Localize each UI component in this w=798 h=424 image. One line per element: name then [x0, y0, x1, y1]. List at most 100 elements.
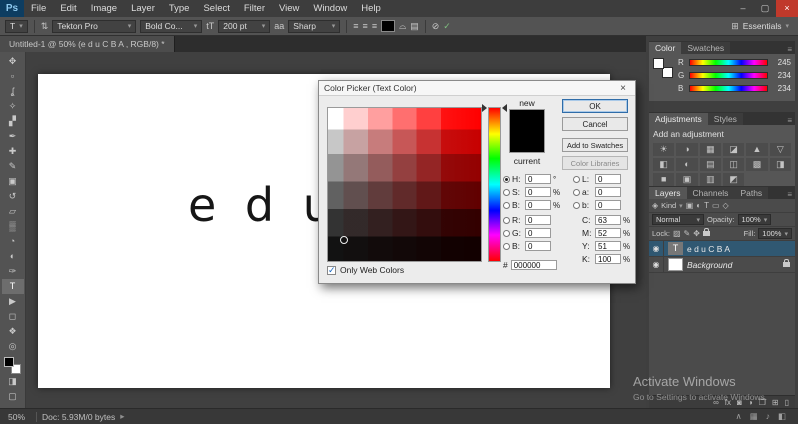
b2-radio[interactable]: [503, 242, 510, 250]
hue-slider-arrow-left[interactable]: [482, 104, 487, 112]
h-radio[interactable]: [503, 175, 510, 183]
g-input[interactable]: [525, 228, 551, 238]
screen-mode-tool[interactable]: ▢: [2, 389, 24, 404]
g-slider-value[interactable]: 234: [771, 71, 791, 80]
link-layers-icon[interactable]: ∞: [713, 398, 719, 407]
path-selection-tool[interactable]: ▶: [2, 294, 24, 309]
filter-shape-layers-icon[interactable]: ▭: [712, 201, 720, 210]
s-input[interactable]: [525, 187, 551, 197]
panel-menu-icon[interactable]: ≡: [787, 190, 795, 199]
brightness-contrast-icon[interactable]: ☀: [653, 143, 675, 156]
menu-type[interactable]: Type: [162, 0, 197, 17]
filter-pixel-layers-icon[interactable]: ▣: [686, 201, 694, 210]
selective-color-icon[interactable]: ▥: [699, 173, 721, 186]
close-button[interactable]: ×: [776, 0, 798, 17]
s-radio[interactable]: [503, 188, 510, 196]
tray-icon-3[interactable]: ◧: [778, 411, 786, 422]
lasso-tool[interactable]: ʆ: [2, 84, 24, 99]
crop-tool[interactable]: ▞: [2, 114, 24, 129]
menu-help[interactable]: Help: [354, 0, 388, 17]
only-web-colors-row[interactable]: ✓ Only Web Colors: [327, 265, 404, 275]
menu-window[interactable]: Window: [306, 0, 354, 17]
filter-kind-icon[interactable]: ◈: [652, 201, 658, 210]
h-input[interactable]: [525, 174, 551, 184]
b-input[interactable]: [525, 200, 551, 210]
curves-icon[interactable]: ▦: [699, 143, 721, 156]
ok-button[interactable]: OK: [562, 99, 628, 113]
new-layer-icon[interactable]: ⊞: [772, 398, 779, 407]
panel-color-swatches[interactable]: [653, 58, 673, 78]
r-slider[interactable]: [689, 59, 768, 66]
menu-select[interactable]: Select: [196, 0, 236, 17]
commit-edit-icon[interactable]: ✓: [443, 21, 451, 32]
zoom-level[interactable]: 50%: [0, 412, 31, 422]
cancel-edit-icon[interactable]: ⊘: [432, 21, 440, 32]
invert-icon[interactable]: ◨: [769, 158, 791, 171]
layer-group-icon[interactable]: ❐: [759, 398, 766, 407]
menu-file[interactable]: File: [24, 0, 53, 17]
brush-tool[interactable]: ✎: [2, 159, 24, 174]
fill-select[interactable]: 100% ▾: [758, 228, 792, 239]
hand-tool[interactable]: ❖: [2, 324, 24, 339]
only-web-colors-checkbox[interactable]: ✓: [327, 265, 336, 275]
add-to-swatches-button[interactable]: Add to Swatches: [562, 138, 628, 152]
color-lookup-icon[interactable]: ▩: [746, 158, 768, 171]
zoom-tool[interactable]: ◎: [2, 339, 24, 354]
warp-text-icon[interactable]: ⌓: [399, 21, 406, 32]
shape-tool[interactable]: ◻: [2, 309, 24, 324]
hue-slider-arrow-right[interactable]: [502, 104, 507, 112]
panel-menu-icon[interactable]: ≡: [787, 45, 795, 54]
tab-layers[interactable]: Layers: [649, 187, 687, 199]
filter-adjustment-layers-icon[interactable]: ◐: [696, 201, 701, 210]
maximize-button[interactable]: ▢: [754, 0, 776, 17]
text-orientation-icon[interactable]: ⇅: [41, 21, 49, 32]
blend-mode-select[interactable]: Normal ▾: [652, 214, 704, 225]
opacity-select[interactable]: 100% ▾: [737, 214, 772, 225]
clone-stamp-tool[interactable]: ▣: [2, 174, 24, 189]
font-family-select[interactable]: Tekton Pro ▾: [52, 19, 137, 33]
quick-selection-tool[interactable]: ✧: [2, 99, 24, 114]
filter-type-layers-icon[interactable]: T: [704, 201, 709, 210]
hue-saturation-icon[interactable]: ▽: [769, 143, 791, 156]
hue-slider[interactable]: [488, 107, 501, 262]
b-slider-value[interactable]: 234: [771, 84, 791, 93]
lock-pixels-icon[interactable]: ✎: [684, 229, 691, 238]
delete-layer-icon[interactable]: ▯: [785, 398, 789, 407]
c-input[interactable]: [595, 215, 621, 225]
layer-style-fx-icon[interactable]: fx: [725, 398, 731, 407]
tray-icon-2[interactable]: ♪: [766, 411, 770, 422]
layer-mask-icon[interactable]: ◙: [737, 398, 742, 407]
background-layer-thumbnail[interactable]: [668, 258, 683, 271]
adjustment-layer-icon[interactable]: ◑: [748, 398, 753, 407]
panel-foreground-swatch[interactable]: [653, 58, 664, 69]
black-white-icon[interactable]: ◐: [676, 158, 698, 171]
dodge-tool[interactable]: ◐: [2, 249, 24, 264]
document-tab[interactable]: Untitled-1 @ 50% (e d u C B A , RGB/8) *: [0, 36, 175, 52]
menu-image[interactable]: Image: [84, 0, 124, 17]
text-color-swatch[interactable]: [381, 20, 396, 32]
foreground-background-swatches[interactable]: [4, 357, 21, 374]
a-input[interactable]: [595, 187, 621, 197]
layer-row-background[interactable]: ◉ Background: [649, 256, 795, 273]
tab-styles[interactable]: Styles: [707, 113, 743, 125]
r-input[interactable]: [525, 215, 551, 225]
history-brush-tool[interactable]: ↺: [2, 189, 24, 204]
y-input[interactable]: [595, 241, 621, 251]
tray-chevron-icon[interactable]: ∧: [735, 411, 741, 422]
color-field[interactable]: [327, 107, 482, 262]
threshold-icon[interactable]: ▣: [676, 173, 698, 186]
quick-mask-tool[interactable]: ◨: [2, 374, 24, 389]
layer-name[interactable]: e d u C B A: [687, 244, 730, 254]
l-radio[interactable]: [573, 175, 580, 183]
l-input[interactable]: [595, 174, 621, 184]
channel-mixer-icon[interactable]: ◫: [723, 158, 745, 171]
text-layer-thumbnail[interactable]: T: [668, 242, 683, 255]
r-radio[interactable]: [503, 216, 510, 224]
align-left-icon[interactable]: ≡: [353, 21, 358, 31]
levels-icon[interactable]: ◑: [676, 143, 698, 156]
posterize-icon[interactable]: ■: [653, 173, 675, 186]
font-style-select[interactable]: Bold Co... ▾: [140, 19, 203, 33]
filter-kind-label[interactable]: Kind: [661, 201, 676, 210]
layer-row-text[interactable]: ◉ T e d u C B A: [649, 240, 795, 257]
dialog-title-bar[interactable]: Color Picker (Text Color) ×: [319, 81, 635, 96]
